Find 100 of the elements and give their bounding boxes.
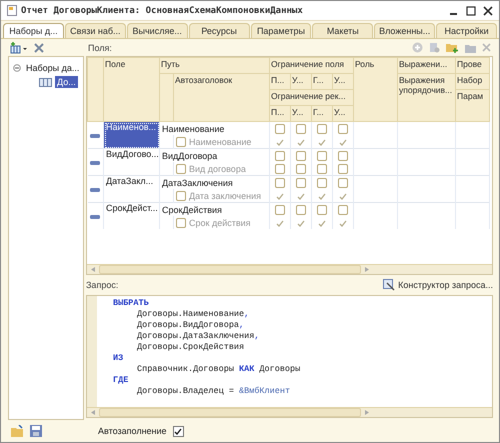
- table-cell: ДатаЗаключения: [160, 176, 270, 189]
- tab[interactable]: Вложенны...: [374, 23, 436, 38]
- header-cell: [160, 74, 174, 122]
- checkbox[interactable]: [296, 164, 306, 174]
- column-header[interactable]: Набор: [456, 74, 490, 90]
- checkbox[interactable]: [176, 164, 186, 174]
- checkbox[interactable]: [296, 124, 306, 134]
- code-line: Договоры.Владелец = &ВмбКлиент: [136, 386, 292, 397]
- tab[interactable]: Наборы д...: [3, 23, 64, 38]
- close-icon[interactable]: [483, 6, 493, 16]
- code-line: ИЗ: [113, 353, 124, 364]
- query-designer-link[interactable]: Конструктор запроса...: [398, 280, 493, 290]
- tree-item[interactable]: Наборы да...: [24, 62, 82, 74]
- checkbox[interactable]: [176, 190, 186, 200]
- tree-item[interactable]: До...: [55, 76, 78, 88]
- column-header[interactable]: Поле: [104, 58, 160, 122]
- field-icon: [90, 161, 100, 165]
- column-header[interactable]: Ограничение поля: [270, 58, 354, 74]
- column-header[interactable]: Выражения упорядочив...: [398, 74, 456, 122]
- checkbox[interactable]: [317, 178, 327, 188]
- checkbox[interactable]: [339, 138, 347, 146]
- field-icon: [90, 215, 100, 219]
- column-header[interactable]: Выражени...: [398, 58, 456, 74]
- checkbox[interactable]: [318, 192, 326, 200]
- checkbox[interactable]: [297, 219, 305, 228]
- checkbox[interactable]: [274, 164, 285, 174]
- checkbox[interactable]: [317, 204, 327, 215]
- checkbox[interactable]: [338, 178, 348, 188]
- checkbox[interactable]: [318, 219, 326, 228]
- table-cell[interactable]: Наименов...: [104, 122, 160, 148]
- tab[interactable]: Вычисляе...: [126, 23, 188, 38]
- code-line: Договоры.СрокДействия: [136, 342, 246, 353]
- checkbox[interactable]: [176, 136, 186, 146]
- maximize-icon[interactable]: [466, 6, 476, 16]
- collapse-icon[interactable]: [13, 64, 21, 72]
- horizontal-scrollbar[interactable]: [87, 264, 492, 274]
- checkbox[interactable]: [317, 164, 327, 174]
- tab[interactable]: Макеты: [312, 23, 374, 38]
- horizontal-scrollbar[interactable]: [87, 407, 492, 417]
- tab[interactable]: Связи наб...: [64, 23, 126, 38]
- checkbox[interactable]: [276, 219, 284, 228]
- column-header[interactable]: Роль: [354, 58, 398, 122]
- fields-label: Поля:: [88, 42, 112, 52]
- field-icon: [90, 188, 100, 192]
- header-cell: [88, 58, 104, 122]
- checkbox[interactable]: [296, 150, 306, 161]
- checkbox[interactable]: [296, 204, 306, 215]
- checkbox[interactable]: [338, 124, 348, 134]
- field-icon: [90, 134, 100, 138]
- checkbox[interactable]: [296, 178, 306, 188]
- document-icon: [7, 5, 17, 16]
- column-header[interactable]: Прове: [456, 58, 490, 74]
- delete-icon[interactable]: [482, 43, 491, 52]
- folder-icon[interactable]: [465, 42, 476, 52]
- scroll-right-icon[interactable]: [365, 267, 369, 272]
- tab[interactable]: Настройки: [436, 23, 497, 38]
- checkbox[interactable]: [297, 192, 305, 200]
- scroll-left-icon[interactable]: [91, 267, 95, 272]
- scroll-right-icon[interactable]: [365, 410, 369, 415]
- window-title: Отчет ДоговорыКлиента: ОсновнаяСхемаКомпоновкиДанных: [21, 6, 304, 16]
- column-header[interactable]: Парам: [456, 90, 490, 122]
- checkbox[interactable]: [338, 164, 348, 174]
- code-line: ВЫБРАТЬ: [113, 298, 150, 309]
- table-cell[interactable]: ВидДогово...: [104, 148, 160, 176]
- checkbox[interactable]: [275, 124, 285, 134]
- table-cell[interactable]: СрокДейст...: [104, 202, 160, 229]
- column-header[interactable]: Автозаголовок: [174, 74, 270, 122]
- copy-icon[interactable]: [429, 42, 440, 53]
- checkbox[interactable]: [297, 138, 305, 146]
- column-header[interactable]: Путь: [160, 58, 270, 74]
- folder-add-icon[interactable]: [446, 42, 459, 53]
- checkbox[interactable]: [176, 218, 186, 228]
- open-file-icon[interactable]: [11, 425, 24, 437]
- table-cell[interactable]: ДатаЗакл...: [104, 176, 160, 202]
- tab[interactable]: Параметры: [250, 23, 312, 38]
- add-circle-icon[interactable]: [412, 42, 423, 53]
- tab[interactable]: Ресурсы: [188, 23, 250, 38]
- checkbox[interactable]: [338, 204, 348, 215]
- scroll-left-icon[interactable]: [91, 410, 95, 415]
- query-editor[interactable]: ВЫБРАТЬ Договоры.Наименование, Договоры.ВидДоговора, Договоры.ДатаЗаключения, Договоры.СрокДействия ИЗ Справочник.Договоры КАК Договоры ГДЕ Договоры.Владелец = &ВмбКлиент: [86, 295, 493, 418]
- checkbox[interactable]: [276, 138, 284, 146]
- checkbox[interactable]: [339, 219, 347, 228]
- save-icon[interactable]: [30, 425, 42, 437]
- checkbox[interactable]: [276, 192, 284, 200]
- code-line: Договоры.ВидДоговора,: [136, 320, 246, 331]
- table-cell: Срок действия: [189, 218, 251, 228]
- add-table-icon[interactable]: [10, 42, 28, 54]
- checkbox[interactable]: [275, 150, 285, 161]
- autofill-checkbox[interactable]: [172, 426, 184, 436]
- checkbox[interactable]: [318, 138, 326, 146]
- checkbox[interactable]: [275, 204, 285, 215]
- checkbox[interactable]: [317, 150, 327, 161]
- wand-icon: [383, 279, 396, 291]
- checkbox[interactable]: [275, 178, 285, 188]
- checkbox[interactable]: [317, 124, 327, 134]
- delete-icon[interactable]: [34, 42, 44, 52]
- column-header[interactable]: Ограничение рек...: [270, 90, 354, 106]
- checkbox[interactable]: [338, 150, 348, 161]
- table-cell: Дата заключения: [189, 190, 261, 200]
- checkbox[interactable]: [339, 192, 347, 200]
